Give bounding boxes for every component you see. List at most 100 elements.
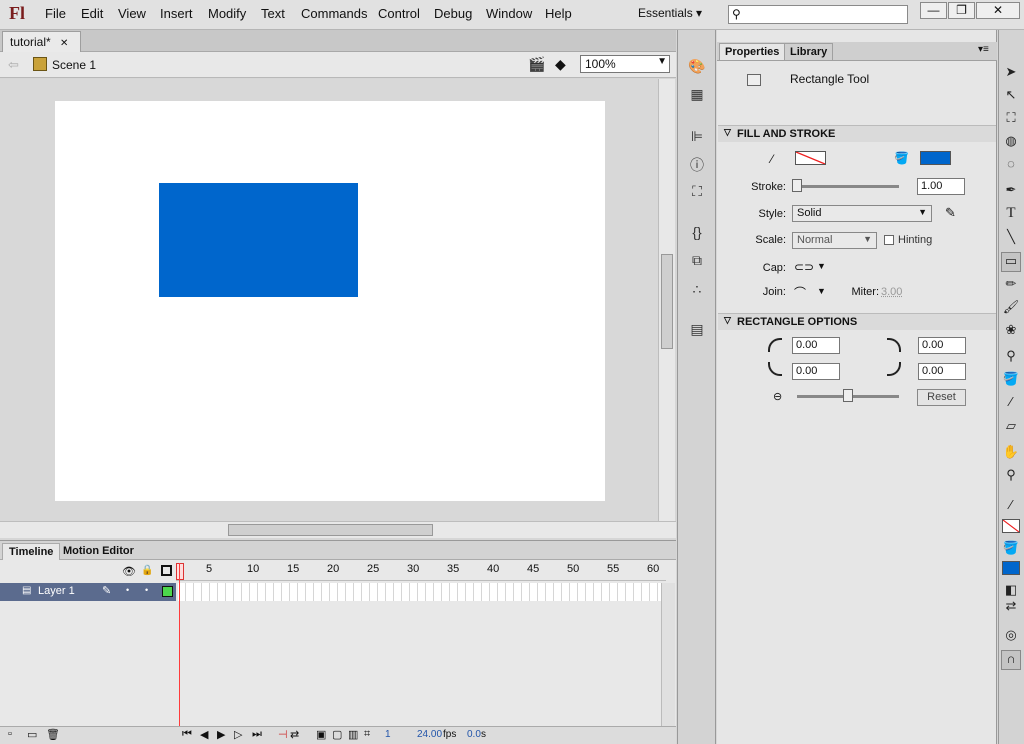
tab-library[interactable]: Library <box>784 43 834 60</box>
edit-multiple-icon[interactable]: ▥ <box>348 728 358 741</box>
eyedropper-icon[interactable]: ⁄ <box>1001 394 1021 414</box>
brush-icon[interactable]: 🖌 <box>1001 299 1021 319</box>
timeline-scrollbar[interactable] <box>661 583 675 726</box>
tool-stroke-swatch[interactable] <box>1002 519 1020 533</box>
frame-ruler[interactable]: 5 10 15 20 25 30 35 40 45 50 55 60 <box>176 561 666 581</box>
paint-bucket-icon[interactable]: 🪣 <box>1001 371 1021 391</box>
text-tool-icon[interactable]: T <box>1001 205 1021 225</box>
menu-window[interactable]: Window <box>486 6 532 21</box>
edit-stroke-style-icon[interactable]: ✎ <box>945 205 956 221</box>
motion-presets-icon[interactable]: ∴ <box>687 281 707 299</box>
tool-fill-swatch[interactable] <box>1002 561 1020 575</box>
tab-timeline[interactable]: Timeline <box>2 543 61 560</box>
fill-stroke-header[interactable]: ▽ FILL AND STROKE <box>718 125 996 142</box>
outline-color-swatch[interactable] <box>162 586 173 597</box>
loop-icon[interactable]: ⇄ <box>290 728 299 741</box>
rectangle-options-header[interactable]: ▽ RECTANGLE OPTIONS <box>718 313 996 330</box>
rectangle-shape[interactable] <box>159 183 358 297</box>
swap-colors-icon[interactable]: ⇄ <box>1001 598 1021 618</box>
snap-magnet-icon[interactable]: ∩ <box>1001 650 1021 670</box>
code-snippets-icon[interactable]: {} <box>687 224 707 242</box>
reset-button[interactable]: Reset <box>917 389 966 406</box>
menu-text[interactable]: Text <box>261 6 285 21</box>
center-frame-icon[interactable]: ⊣ <box>278 728 288 741</box>
stage[interactable] <box>55 101 605 501</box>
onion-markers-icon[interactable]: ⌗ <box>364 728 370 741</box>
corner-slider-thumb[interactable] <box>843 389 853 402</box>
menu-commands[interactable]: Commands <box>301 6 367 21</box>
corner-top-right-input[interactable]: 0.00 <box>918 337 966 354</box>
align-icon[interactable]: ⊫ <box>687 128 707 146</box>
object-drawing-icon[interactable]: ◎ <box>1001 627 1021 647</box>
play-icon[interactable]: ▶ <box>217 728 225 741</box>
cap-round-icon[interactable]: ⊂⊃ <box>794 260 814 274</box>
zoom-tool-icon[interactable]: ⚲ <box>1001 467 1021 487</box>
bone-tool-icon[interactable]: ⚲ <box>1001 348 1021 368</box>
stroke-color-swatch[interactable] <box>795 151 826 165</box>
corner-bottom-left-input[interactable]: 0.00 <box>792 363 840 380</box>
lock-dot[interactable]: • <box>145 585 148 595</box>
document-tab[interactable]: tutorial* ✕ <box>2 31 81 52</box>
corner-bottom-right-input[interactable]: 0.00 <box>918 363 966 380</box>
visibility-dot[interactable]: • <box>126 585 129 595</box>
lasso-icon[interactable]: ◌ <box>1001 156 1021 176</box>
last-frame-icon[interactable]: ⏭ <box>252 728 262 741</box>
onion-skin-icon[interactable]: ▣ <box>316 728 326 741</box>
close-icon[interactable]: ✕ <box>60 38 68 49</box>
horizontal-scroll-thumb[interactable] <box>228 524 433 536</box>
corner-top-left-input[interactable]: 0.00 <box>792 337 840 354</box>
menu-edit[interactable]: Edit <box>81 6 103 21</box>
workspace-switcher[interactable]: Essentials ▾ <box>638 6 702 20</box>
edit-symbols-icon[interactable]: ◆ <box>555 56 566 73</box>
menu-file[interactable]: File <box>45 6 66 21</box>
tab-motion-editor[interactable]: Motion Editor <box>57 543 140 559</box>
tab-properties[interactable]: Properties <box>719 43 786 60</box>
eraser-icon[interactable]: ▱ <box>1001 418 1021 438</box>
hand-tool-icon[interactable]: ✋ <box>1001 444 1021 464</box>
menu-debug[interactable]: Debug <box>434 6 472 21</box>
style-select[interactable]: Solid ▼ <box>792 205 932 222</box>
fill-color-swatch[interactable] <box>920 151 951 165</box>
scene-name[interactable]: Scene 1 <box>52 58 96 72</box>
line-tool-icon[interactable]: ╲ <box>1001 229 1021 249</box>
restore-button[interactable]: ❐ <box>948 2 975 19</box>
edit-scene-icon[interactable]: 🎬 <box>528 56 545 73</box>
swatches-icon[interactable]: ▦ <box>687 86 707 104</box>
search-input[interactable]: ⚲ <box>728 5 908 24</box>
pencil-icon[interactable]: ✏ <box>1001 276 1021 296</box>
info-icon[interactable]: ⓘ <box>687 155 707 173</box>
chevron-down-icon[interactable]: ▼ <box>817 261 826 271</box>
scene-panel-icon[interactable]: ▤ <box>687 321 707 339</box>
free-transform-icon[interactable]: ⛶ <box>1001 110 1021 130</box>
color-icon[interactable]: 🎨 <box>687 58 707 76</box>
hinting-checkbox[interactable] <box>884 235 894 245</box>
menu-insert[interactable]: Insert <box>160 6 193 21</box>
playhead-handle[interactable] <box>176 563 184 580</box>
frame-cells[interactable] <box>178 583 661 601</box>
menu-view[interactable]: View <box>118 6 146 21</box>
close-button[interactable]: ✕ <box>976 2 1020 19</box>
minimize-button[interactable]: — <box>920 2 947 19</box>
vertical-scrollbar[interactable] <box>658 79 675 521</box>
scale-select[interactable]: Normal ▼ <box>792 232 877 249</box>
layer-name[interactable]: Layer 1 <box>38 585 75 597</box>
menu-help[interactable]: Help <box>545 6 572 21</box>
menu-modify[interactable]: Modify <box>208 6 246 21</box>
new-folder-icon[interactable]: ▭ <box>27 728 37 741</box>
chevron-down-icon[interactable]: ▼ <box>817 286 826 296</box>
back-arrow-icon[interactable]: ⇦ <box>8 57 19 73</box>
subselection-tool-icon[interactable]: ↖ <box>1001 87 1021 107</box>
vertical-scroll-thumb[interactable] <box>661 254 673 349</box>
3d-rotation-icon[interactable]: ◍ <box>1001 133 1021 153</box>
delete-icon[interactable]: 🗑 <box>46 728 60 741</box>
step-back-icon[interactable]: ◀ <box>200 728 208 741</box>
rectangle-tool-icon[interactable]: ▭ <box>1001 252 1021 272</box>
pen-tool-icon[interactable]: ✒ <box>1001 182 1021 202</box>
selection-tool-icon[interactable]: ➤ <box>1001 64 1021 84</box>
join-round-icon[interactable]: ⌒ <box>794 284 806 301</box>
deco-tool-icon[interactable]: ❀ <box>1001 322 1021 342</box>
eye-icon[interactable]: 👁 <box>122 565 136 578</box>
outline-icon[interactable] <box>161 565 172 576</box>
panel-menu-icon[interactable]: ▾≡ <box>978 44 989 55</box>
lock-icon[interactable]: 🔒 <box>141 565 153 576</box>
